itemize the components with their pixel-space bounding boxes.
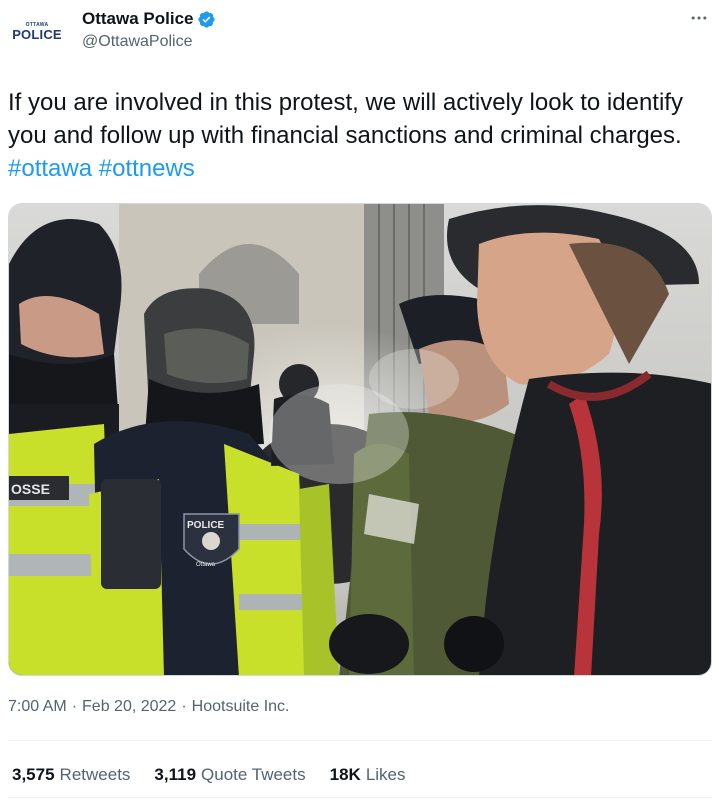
likes-label: Likes — [365, 765, 406, 784]
vest-label-text: OSSE — [11, 481, 50, 497]
retweets-stat[interactable]: 3,575 Retweets — [12, 765, 130, 785]
quote-tweets-label: Quote Tweets — [201, 765, 306, 784]
author-names: Ottawa Police @OttawaPolice — [82, 8, 216, 51]
display-name[interactable]: Ottawa Police — [82, 9, 193, 29]
hashtag-ottawa[interactable]: #ottawa — [8, 155, 92, 182]
tweet-meta: 7:00 AM · Feb 20, 2022 · Hootsuite Inc. — [8, 698, 289, 716]
tweet-photo[interactable]: OSSE POLICE Ottawa — [8, 203, 712, 676]
tweet-stats: 3,575 Retweets 3,119 Quote Tweets 18K Li… — [12, 765, 406, 785]
meta-separator: · — [181, 698, 187, 715]
tweet-time[interactable]: 7:00 AM — [8, 698, 67, 716]
display-name-row: Ottawa Police — [82, 8, 216, 30]
tweet-source[interactable]: Hootsuite Inc. — [192, 698, 290, 716]
likes-stat[interactable]: 18K Likes — [330, 765, 406, 785]
tweet-text: If you are involved in this protest, we … — [8, 86, 708, 185]
hashtag-ottnews[interactable]: #ottnews — [99, 155, 195, 182]
tweet-body: If you are involved in this protest, we … — [8, 89, 683, 149]
avatar[interactable]: OTTAWA POLICE — [8, 12, 66, 52]
verified-badge-icon — [197, 10, 216, 29]
meta-separator: · — [71, 698, 78, 715]
more-options-icon[interactable] — [687, 6, 711, 30]
quote-tweets-stat[interactable]: 3,119 Quote Tweets — [154, 765, 305, 785]
divider — [8, 797, 712, 798]
photo-illustration: OSSE POLICE Ottawa — [9, 204, 711, 675]
likes-count: 18K — [329, 765, 361, 784]
retweets-label: Retweets — [59, 765, 131, 784]
quote-tweets-count: 3,119 — [154, 765, 197, 784]
handle[interactable]: @OttawaPolice — [82, 33, 216, 51]
badge-label-text: POLICE — [187, 520, 225, 531]
tweet-date[interactable]: Feb 20, 2022 — [82, 698, 176, 716]
avatar-text-big: POLICE — [12, 27, 62, 42]
divider — [8, 740, 712, 741]
retweets-count: 3,575 — [12, 765, 55, 784]
tweet-header: OTTAWA POLICE Ottawa Police @OttawaPolic… — [0, 0, 719, 66]
badge-bottom-text: Ottawa — [196, 562, 216, 568]
tweet: OTTAWA POLICE Ottawa Police @OttawaPolic… — [0, 0, 719, 800]
